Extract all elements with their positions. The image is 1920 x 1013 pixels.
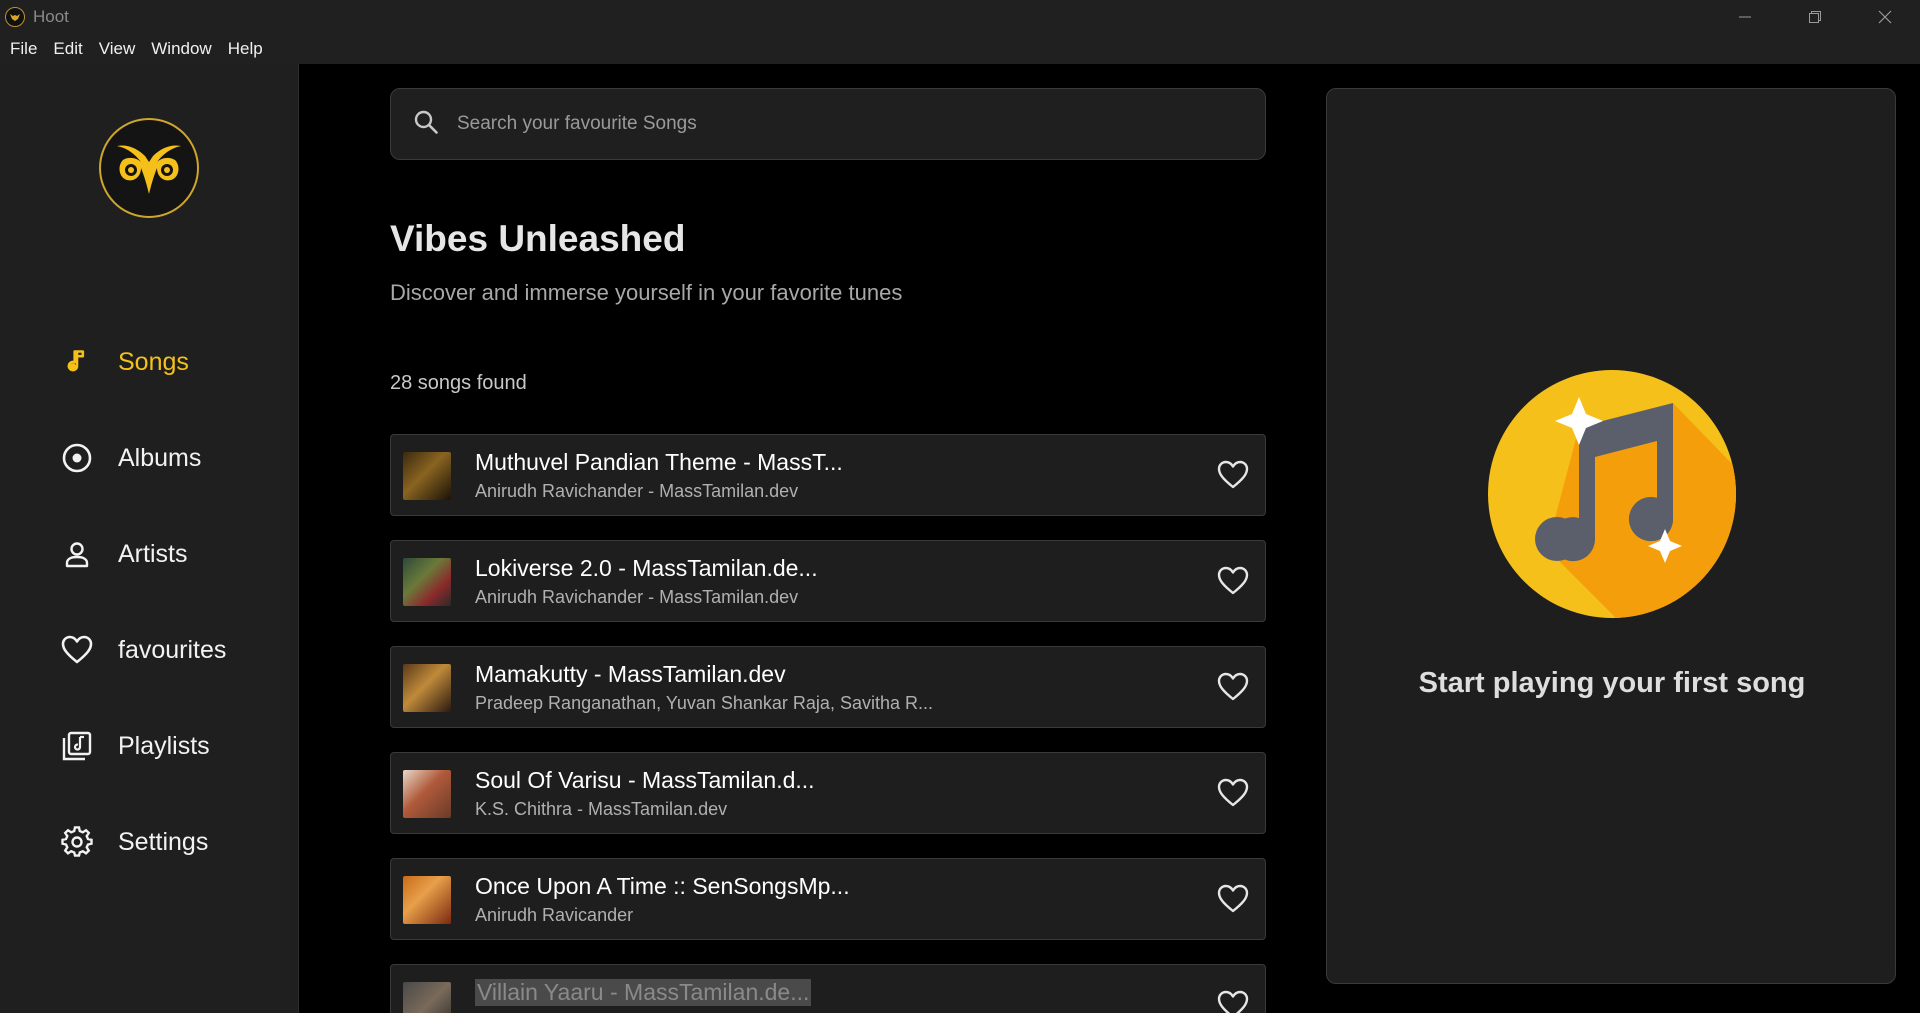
- song-title: Villain Yaaru - MassTamilan.de...: [475, 979, 812, 1006]
- window-title: Hoot: [33, 7, 69, 26]
- song-artist: K.S. Chithra - MassTamilan.dev: [475, 799, 728, 819]
- song-artist: Anirudh Ravichander - MassTamilan.dev: [475, 481, 799, 501]
- song-row[interactable]: Villain Yaaru - MassTamilan.de...: [390, 964, 1266, 1013]
- album-art: [403, 558, 451, 606]
- song-artist: Anirudh Ravicander: [475, 905, 634, 925]
- minimize-button[interactable]: [1710, 0, 1780, 34]
- main-content: Vibes Unleashed Discover and immerse you…: [300, 64, 1300, 1013]
- sidebar: Songs Albums Artists favourites Playlist…: [0, 64, 299, 1013]
- menu-file[interactable]: File: [2, 34, 45, 64]
- sidebar-item-label: Playlists: [118, 731, 210, 760]
- album-art: [403, 452, 451, 500]
- owl-icon: [117, 145, 181, 194]
- page-title: Vibes Unleashed: [390, 218, 686, 259]
- sidebar-item-label: favourites: [118, 635, 227, 664]
- sidebar-item-label: Artists: [118, 539, 188, 568]
- song-artist: Pradeep Ranganathan, Yuvan Shankar Raja,…: [475, 693, 933, 713]
- song-row[interactable]: Once Upon A Time :: SenSongsMp... Anirud…: [390, 858, 1266, 940]
- song-row[interactable]: Soul Of Varisu - MassTamilan.d... K.S. C…: [390, 752, 1266, 834]
- album-art: [403, 664, 451, 712]
- favourite-heart-icon[interactable]: [1215, 987, 1251, 1013]
- disc-icon: [61, 442, 93, 474]
- song-title: Soul Of Varisu - MassTamilan.d...: [475, 767, 815, 793]
- album-art: [403, 876, 451, 924]
- restore-button[interactable]: [1780, 0, 1850, 34]
- page-subtitle: Discover and immerse yourself in your fa…: [390, 280, 903, 305]
- window-controls: [1710, 0, 1920, 34]
- search-bar[interactable]: [390, 88, 1266, 160]
- menu-window[interactable]: Window: [143, 34, 219, 64]
- sidebar-item-songs[interactable]: Songs: [0, 314, 299, 410]
- sidebar-item-favourites[interactable]: favourites: [0, 602, 299, 698]
- sidebar-nav: Songs Albums Artists favourites Playlist…: [0, 314, 299, 890]
- menu-edit[interactable]: Edit: [45, 34, 90, 64]
- sidebar-item-albums[interactable]: Albums: [0, 410, 299, 506]
- album-art: [403, 770, 451, 818]
- song-title: Mamakutty - MassTamilan.dev: [475, 661, 786, 687]
- music-note-icon: [61, 346, 93, 378]
- favourite-heart-icon[interactable]: [1215, 775, 1251, 811]
- song-count: 28 songs found: [390, 372, 527, 394]
- person-icon: [61, 538, 93, 570]
- heart-icon: [61, 634, 93, 666]
- music-placeholder-icon: [1487, 369, 1737, 619]
- sidebar-item-artists[interactable]: Artists: [0, 506, 299, 602]
- favourite-heart-icon[interactable]: [1215, 669, 1251, 705]
- sidebar-item-settings[interactable]: Settings: [0, 794, 299, 890]
- song-row[interactable]: Lokiverse 2.0 - MassTamilan.de... Anirud…: [390, 540, 1266, 622]
- menu-help[interactable]: Help: [220, 34, 271, 64]
- close-button[interactable]: [1850, 0, 1920, 34]
- menu-bar: File Edit View Window Help: [0, 34, 1920, 64]
- gear-icon: [61, 826, 93, 858]
- owl-logo[interactable]: [99, 118, 199, 218]
- search-icon: [413, 109, 439, 140]
- favourite-heart-icon[interactable]: [1215, 563, 1251, 599]
- song-row[interactable]: Muthuvel Pandian Theme - MassT... Anirud…: [390, 434, 1266, 516]
- menu-view[interactable]: View: [91, 34, 144, 64]
- album-art: [403, 982, 451, 1013]
- sidebar-item-playlists[interactable]: Playlists: [0, 698, 299, 794]
- now-playing-panel: Start playing your first song: [1326, 88, 1896, 984]
- favourite-heart-icon[interactable]: [1215, 457, 1251, 493]
- restore-icon: [1809, 11, 1821, 23]
- song-list: Muthuvel Pandian Theme - MassT... Anirud…: [390, 434, 1266, 1013]
- song-title: Lokiverse 2.0 - MassTamilan.de...: [475, 555, 818, 581]
- title-bar: Hoot: [0, 0, 1920, 34]
- playlist-icon: [61, 730, 93, 762]
- song-title: Once Upon A Time :: SenSongsMp...: [475, 873, 850, 899]
- app-icon: [5, 7, 25, 27]
- sidebar-item-label: Albums: [118, 443, 202, 472]
- song-title: Muthuvel Pandian Theme - MassT...: [475, 449, 843, 475]
- minimize-icon: [1739, 16, 1751, 18]
- song-row[interactable]: Mamakutty - MassTamilan.dev Pradeep Rang…: [390, 646, 1266, 728]
- sidebar-item-label: Settings: [118, 827, 209, 856]
- favourite-heart-icon[interactable]: [1215, 881, 1251, 917]
- song-artist: Anirudh Ravichander - MassTamilan.dev: [475, 587, 799, 607]
- close-icon: [1878, 10, 1892, 24]
- search-input[interactable]: [457, 113, 1217, 135]
- sidebar-item-label: Songs: [118, 347, 189, 376]
- empty-player-message: Start playing your first song: [1418, 667, 1806, 699]
